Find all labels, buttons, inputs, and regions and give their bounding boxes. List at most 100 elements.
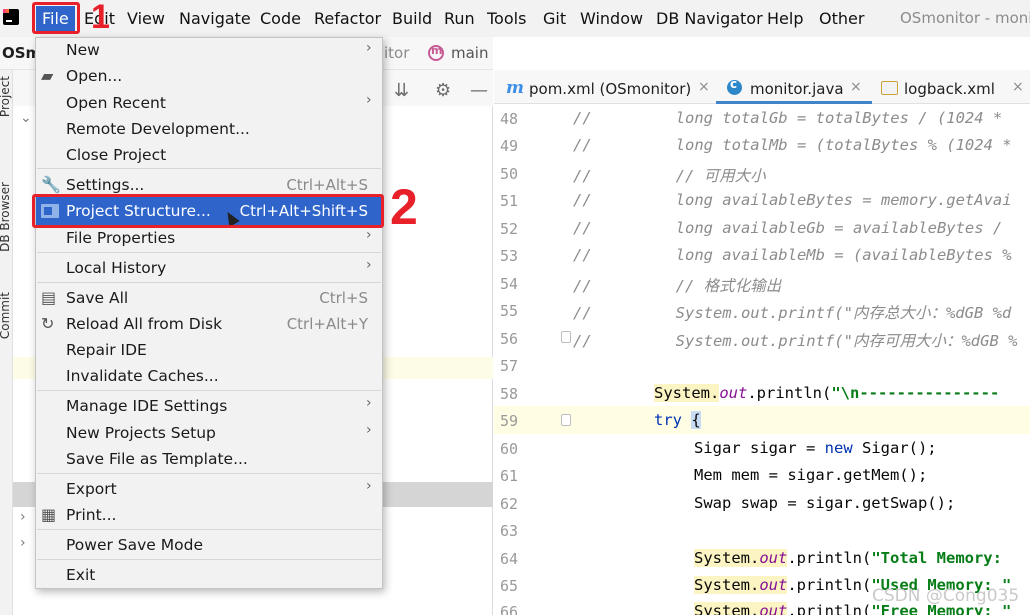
tab-pom-xml[interactable]: pom.xml (OSmonitor) × [496,70,714,104]
close-icon[interactable]: × [1012,79,1024,95]
code-line: try { [654,411,701,429]
code-token: Sigar sigar = [694,439,825,457]
menu-item-local-history[interactable]: Local History [66,259,166,277]
line-number: 49 [500,137,519,155]
annotation-box-file [32,2,80,34]
collapse-all-icon[interactable]: ⇊ [394,80,409,101]
tab-logback-xml[interactable]: logback.xml × [872,70,1030,104]
code-line: // long totalMb = (totalBytes % (1024 * [573,136,1012,154]
tab-monitor-java[interactable]: monitor.java × [716,70,872,104]
menu-item-open[interactable]: Open... [66,67,122,85]
menu-item-repair-ide[interactable]: Repair IDE [66,341,147,359]
menu-tools[interactable]: Tools [487,9,526,28]
tool-tab-project[interactable]: Project [0,76,12,117]
menu-item-remote-development[interactable]: Remote Development... [66,120,250,138]
submenu-arrow-icon: › [366,92,372,108]
menu-item-print[interactable]: Print... [66,506,116,524]
code-line: Swap swap = sigar.getSwap(); [694,494,956,512]
breadcrumb-module[interactable]: itor [384,44,409,62]
menu-separator [37,390,381,391]
close-icon[interactable]: × [698,79,710,95]
code-line: System.out.println("\n--------------- [654,384,999,402]
submenu-arrow-icon: › [366,257,372,273]
annotation-box-project-structure [32,194,384,228]
menu-bar: File Edit View Navigate Code Refactor Bu… [0,0,1030,37]
code-line: Sigar sigar = new Sigar(); [694,439,937,457]
menu-item-open-recent[interactable]: Open Recent [66,94,166,112]
code-line: // System.out.printf("内存总大小：%dGB %d [573,304,1012,322]
submenu-arrow-icon: › [366,478,372,494]
menu-item-settings[interactable]: Settings... [66,176,144,194]
wrench-icon: 🔧 [41,175,61,194]
tool-tab-db-browser[interactable]: DB Browser [0,182,12,252]
line-number: 59 [500,412,519,430]
minimize-icon[interactable]: — [470,80,488,101]
tool-tab-commit[interactable]: Commit [0,292,12,339]
menu-separator [37,559,381,560]
menu-item-manage-ide-settings[interactable]: Manage IDE Settings [66,397,227,415]
chevron-down-icon[interactable]: ⌄ [20,110,32,126]
line-number: 52 [500,220,519,238]
code-token: "Total Memory: [871,549,1012,567]
menu-item-new[interactable]: New [66,41,100,59]
submenu-arrow-icon: › [366,395,372,411]
chevron-right-icon[interactable]: › [20,509,26,525]
code-line: // long availableGb = availableBytes / [573,219,1003,237]
menu-navigate[interactable]: Navigate [179,9,251,28]
annotation-step-2: 2 [390,179,418,235]
menu-item-save-all[interactable]: Save All [66,289,128,307]
menu-separator [37,282,381,283]
menu-item-file-properties[interactable]: File Properties [66,229,175,247]
menu-view[interactable]: View [127,9,165,28]
menu-run[interactable]: Run [444,9,475,28]
menu-help[interactable]: Help [767,9,803,28]
line-number: 56 [500,330,519,348]
code-token: .println( [787,602,872,615]
menu-db-navigator[interactable]: DB Navigator [656,9,763,28]
menu-code[interactable]: Code [260,9,301,28]
line-number: 57 [500,357,519,375]
code-token: .println( [787,549,872,567]
reload-icon: ↻ [41,314,55,333]
gear-icon[interactable]: ⚙ [435,80,451,101]
annotation-step-1: 1 [91,0,110,36]
code-line: // // 格式化输出 [573,277,782,295]
line-number: 54 [500,275,519,293]
code-line: System.out.println("Total Memory: [694,549,1011,567]
code-token: { [691,411,701,429]
code-token: Sigar(); [852,439,937,457]
menu-item-save-as-template[interactable]: Save File as Template... [66,450,248,468]
line-number: 62 [500,495,519,513]
menu-item-power-save-mode[interactable]: Power Save Mode [66,536,203,554]
menu-item-invalidate-caches[interactable]: Invalidate Caches... [66,367,219,385]
line-number: 51 [500,192,519,210]
code-line: Mem mem = sigar.getMem(); [694,466,928,484]
tab-label: pom.xml (OSmonitor) [529,80,692,98]
code-line: // long availableMb = (availableBytes % [573,246,1012,264]
menu-item-reload-from-disk[interactable]: Reload All from Disk [66,315,222,333]
fold-marker-icon[interactable] [561,414,571,426]
menu-build[interactable]: Build [392,9,432,28]
menu-item-close-project[interactable]: Close Project [66,146,166,164]
chevron-right-icon[interactable]: › [20,535,26,551]
menu-item-export[interactable]: Export [66,480,117,498]
watermark: CSDN @Cong035 [872,586,1020,606]
menu-item-exit[interactable]: Exit [66,566,95,584]
fold-marker-icon[interactable] [561,331,571,343]
code-line: // long totalGb = totalBytes / (1024 * [573,109,1003,127]
code-token: out [759,602,788,615]
menu-refactor[interactable]: Refactor [314,9,381,28]
code-line: // System.out.printf("内存可用大小：%dGB % [573,332,1018,350]
line-number: 55 [500,302,519,320]
close-icon[interactable]: × [850,79,862,95]
menu-item-new-projects-setup[interactable]: New Projects Setup [66,424,216,442]
code-token: System. [694,576,760,594]
menu-window[interactable]: Window [580,9,643,28]
submenu-arrow-icon: › [366,40,372,56]
line-number: 58 [500,385,519,403]
breadcrumb-branch[interactable]: main [451,44,488,62]
shortcut-save-all: Ctrl+S [319,289,368,307]
menu-git[interactable]: Git [543,9,566,28]
menu-other[interactable]: Other [819,9,864,28]
shortcut-reload: Ctrl+Alt+Y [286,315,368,333]
